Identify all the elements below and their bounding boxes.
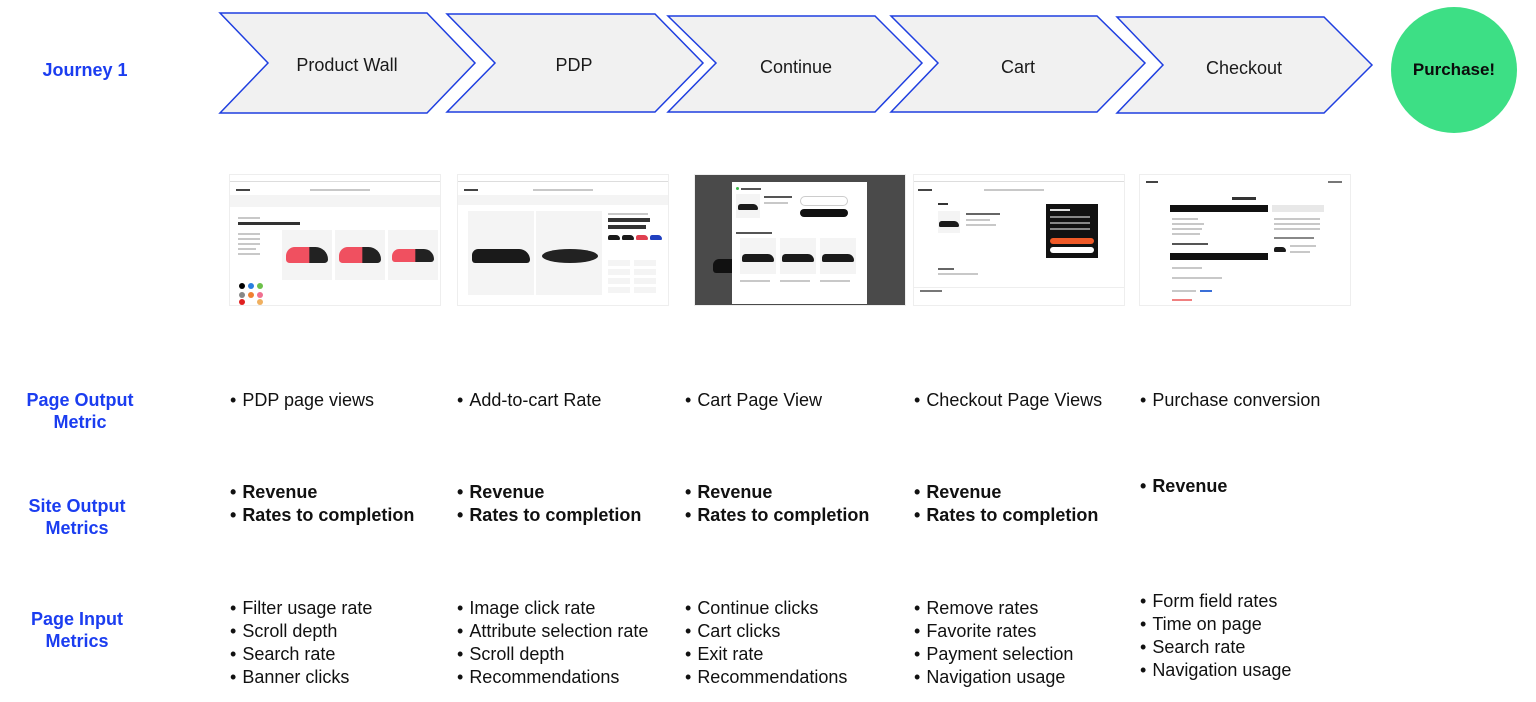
purchase-goal-circle: Purchase!	[1391, 7, 1517, 133]
page-input-metric-item: Favorite rates	[914, 620, 1073, 643]
page-input-metric-list: Image click rateAttribute selection rate…	[457, 597, 648, 689]
page-input-metric-item: Navigation usage	[914, 666, 1073, 689]
page-output-label-line2: Metric	[53, 412, 107, 432]
page-output-label-line1: Page Output	[26, 390, 134, 410]
page-input-metric-list: Filter usage rateScroll depthSearch rate…	[230, 597, 372, 689]
site-output-metrics-label: Site Output Metrics	[0, 495, 172, 539]
page-input-metric-list: Continue clicksCart clicksExit rateRecom…	[685, 597, 847, 689]
page-output-metric-column: Checkout Page Views	[914, 389, 1103, 412]
page-input-metric-item: Form field rates	[1140, 590, 1291, 613]
page-output-metric-label: Page Output Metric	[0, 389, 175, 433]
journey-diagram: Journey 1 Product Wall PDP Continue Cart…	[0, 0, 1536, 702]
step-label-checkout: Checkout	[1205, 58, 1283, 78]
page-output-metric-column: Cart Page View	[685, 389, 822, 412]
page-input-metric-item: Recommendations	[685, 666, 847, 689]
site-output-label-line1: Site Output	[28, 496, 126, 516]
page-input-metric-item: Continue clicks	[685, 597, 847, 620]
site-output-metric-list: RevenueRates to completion	[914, 481, 1098, 527]
page-input-label-line2: Metrics	[45, 631, 109, 651]
page-output-metric-column: PDP page views	[230, 389, 374, 412]
page-input-metric-item: Scroll depth	[230, 620, 372, 643]
checkout-screenshot	[1140, 175, 1350, 305]
site-output-metric-item: Revenue	[914, 481, 1098, 504]
page-input-metric-item: Exit rate	[685, 643, 847, 666]
site-output-metric-item: Revenue	[685, 481, 869, 504]
page-output-metric-list: PDP page views	[230, 389, 374, 412]
page-input-metric-item: Search rate	[230, 643, 372, 666]
page-output-metric-list: Checkout Page Views	[914, 389, 1103, 412]
site-output-metric-item: Rates to completion	[685, 504, 869, 527]
checkout-title	[1232, 197, 1256, 200]
step-label-pdp: PDP	[555, 55, 593, 75]
site-output-metric-item: Revenue	[457, 481, 641, 504]
page-output-metric-list: Purchase conversion	[1140, 389, 1320, 412]
pdp-screenshot	[458, 175, 668, 305]
page-input-metric-item: Payment selection	[914, 643, 1073, 666]
site-output-metric-column: RevenueRates to completion	[457, 481, 641, 527]
page-output-metric-list: Add-to-cart Rate	[457, 389, 601, 412]
page-input-metric-list: Remove ratesFavorite ratesPayment select…	[914, 597, 1073, 689]
pdp-product-title	[608, 218, 650, 222]
site-output-metric-column: RevenueRates to completion	[685, 481, 869, 527]
page-input-metric-column: Continue clicksCart clicksExit rateRecom…	[685, 597, 847, 689]
site-output-metric-item: Rates to completion	[914, 504, 1098, 527]
page-input-metric-item: Image click rate	[457, 597, 648, 620]
step-label-product-wall: Product Wall	[296, 55, 398, 75]
site-output-label-line2: Metrics	[45, 518, 109, 538]
site-output-metric-item: Rates to completion	[457, 504, 641, 527]
page-output-metric-item: Add-to-cart Rate	[457, 389, 601, 412]
page-input-metric-list: Form field ratesTime on pageSearch rateN…	[1140, 590, 1291, 682]
site-output-metric-list: RevenueRates to completion	[457, 481, 641, 527]
cart-screenshot	[914, 175, 1124, 305]
page-input-metric-item: Scroll depth	[457, 643, 648, 666]
page-input-metric-item: Time on page	[1140, 613, 1291, 636]
site-output-metric-item: Revenue	[230, 481, 414, 504]
site-output-metric-column: RevenueRates to completion	[230, 481, 414, 527]
page-output-metric-item: Checkout Page Views	[914, 389, 1103, 412]
page-input-metric-item: Banner clicks	[230, 666, 372, 689]
page-input-metric-column: Filter usage rateScroll depthSearch rate…	[230, 597, 372, 689]
page-input-metric-item: Remove rates	[914, 597, 1073, 620]
product-wall-screenshot	[230, 175, 440, 305]
added-to-cart-modal	[732, 182, 867, 304]
page-input-metric-item: Navigation usage	[1140, 659, 1291, 682]
page-output-metric-list: Cart Page View	[685, 389, 822, 412]
site-output-metric-list: RevenueRates to completion	[685, 481, 869, 527]
page-input-metric-item: Attribute selection rate	[457, 620, 648, 643]
step-label-cart: Cart	[1000, 57, 1035, 77]
cart-summary-panel	[1046, 204, 1098, 258]
page-output-metric-column: Purchase conversion	[1140, 389, 1320, 412]
added-to-cart-screenshot	[695, 175, 905, 305]
page-input-metrics-label: Page Input Metrics	[0, 608, 172, 652]
page-input-metric-item: Search rate	[1140, 636, 1291, 659]
site-output-metric-column: RevenueRates to completion	[914, 481, 1098, 527]
page-output-metric-item: Cart Page View	[685, 389, 822, 412]
page-input-metric-column: Remove ratesFavorite ratesPayment select…	[914, 597, 1073, 689]
site-output-metric-item: Revenue	[1140, 475, 1227, 498]
purchase-goal-label: Purchase!	[1412, 60, 1496, 79]
page-input-metric-item: Recommendations	[457, 666, 648, 689]
page-output-metric-column: Add-to-cart Rate	[457, 389, 601, 412]
site-output-metric-list: RevenueRates to completion	[230, 481, 414, 527]
page-input-label-line1: Page Input	[30, 609, 123, 629]
page-input-metric-column: Image click rateAttribute selection rate…	[457, 597, 648, 689]
page-output-metric-item: Purchase conversion	[1140, 389, 1320, 412]
site-output-metric-column: Revenue	[1140, 475, 1227, 498]
site-output-metric-item: Rates to completion	[230, 504, 414, 527]
step-label-continue: Continue	[759, 57, 833, 77]
cart-title	[938, 203, 948, 205]
page-input-metric-column: Form field ratesTime on pageSearch rateN…	[1140, 590, 1291, 682]
product-wall-title	[238, 222, 300, 225]
page-output-metric-item: PDP page views	[230, 389, 374, 412]
page-input-metric-item: Filter usage rate	[230, 597, 372, 620]
page-input-metric-item: Cart clicks	[685, 620, 847, 643]
site-output-metric-list: Revenue	[1140, 475, 1227, 498]
